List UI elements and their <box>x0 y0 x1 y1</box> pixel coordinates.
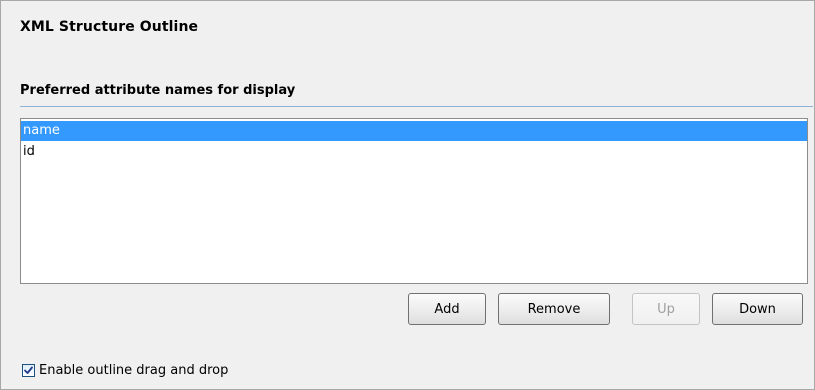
section-title: Preferred attribute names for display <box>20 83 296 98</box>
up-button[interactable]: Up <box>632 293 700 325</box>
attribute-names-list[interactable]: name id <box>20 118 808 284</box>
list-item-id[interactable]: id <box>21 142 807 162</box>
drag-drop-label: Enable outline drag and drop <box>39 362 229 378</box>
checkmark-icon <box>24 366 33 374</box>
down-button[interactable]: Down <box>712 293 803 325</box>
drag-drop-checkbox[interactable] <box>22 363 35 377</box>
list-item-label: name <box>23 123 60 138</box>
drag-drop-option[interactable]: Enable outline drag and drop <box>22 361 228 379</box>
list-item-label: id <box>23 144 35 159</box>
list-item-name[interactable]: name <box>21 121 807 141</box>
page-title: XML Structure Outline <box>20 19 199 35</box>
add-button[interactable]: Add <box>408 293 486 325</box>
section-divider <box>20 106 813 107</box>
remove-button[interactable]: Remove <box>498 293 610 325</box>
preferences-panel: XML Structure Outline Preferred attribut… <box>0 0 815 390</box>
